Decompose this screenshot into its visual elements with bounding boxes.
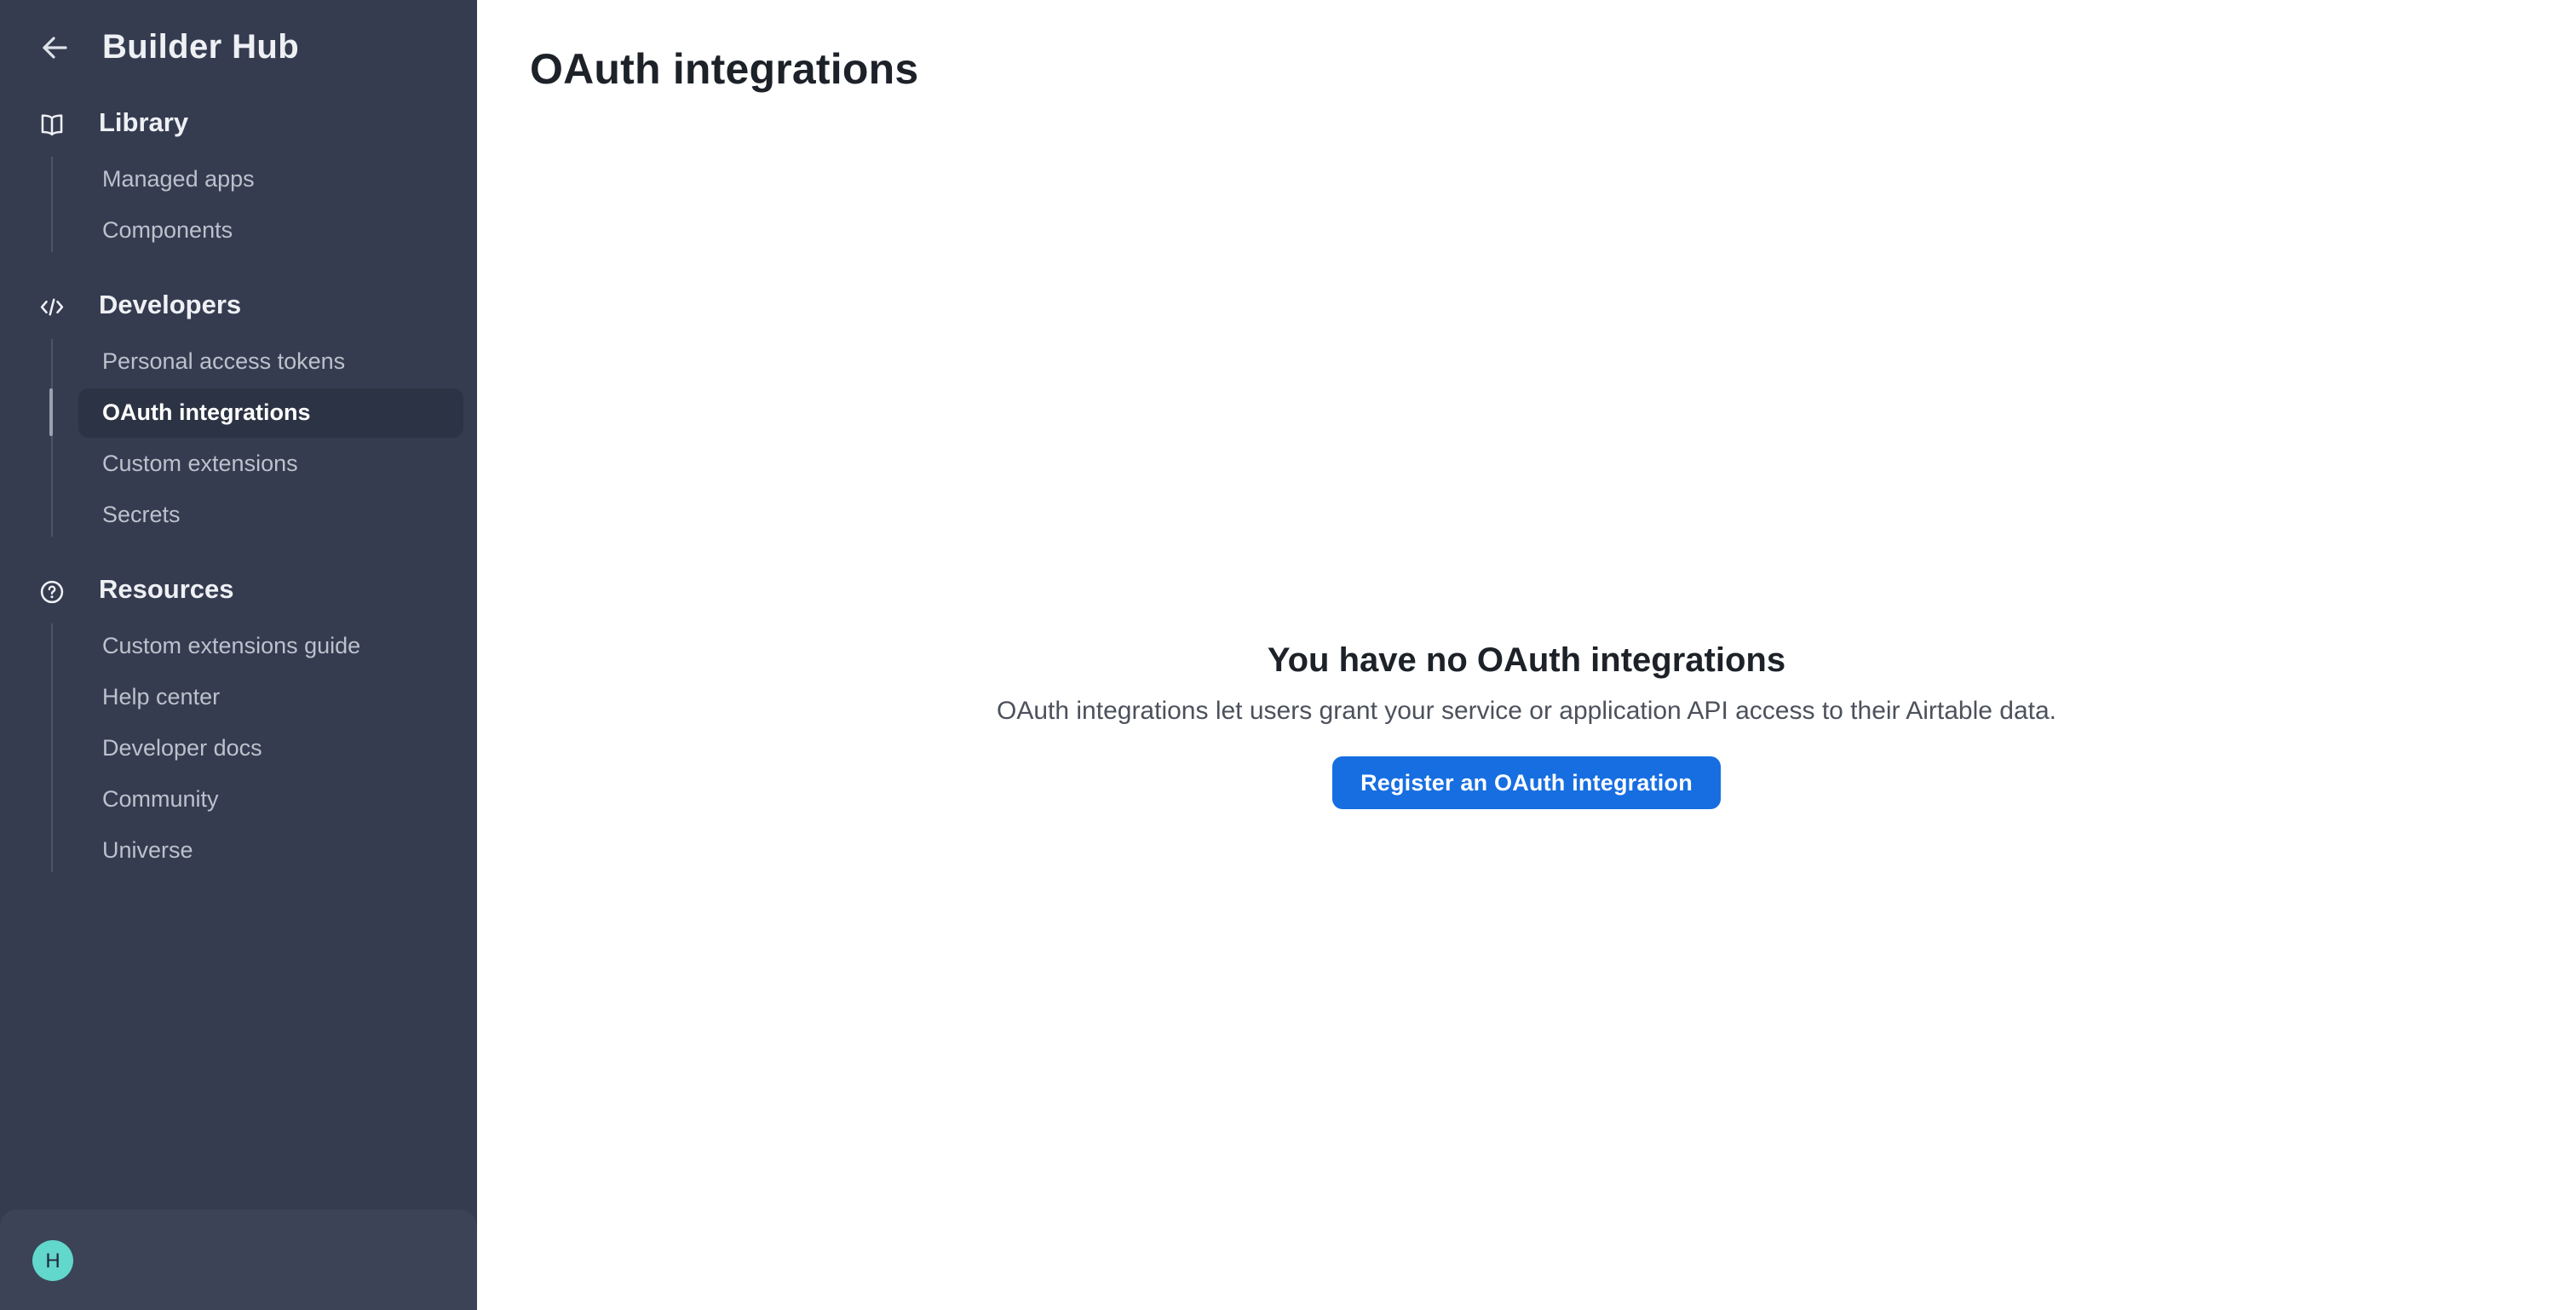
sidebar-item-custom-extensions-guide[interactable]: Custom extensions guide: [0, 620, 477, 671]
section-items: Personal access tokens OAuth integration…: [0, 336, 477, 540]
section-label: Developers: [99, 291, 241, 322]
section-header-developers: Developers: [0, 281, 477, 332]
app-title: Builder Hub: [102, 28, 299, 67]
main-content: OAuth integrations You have no OAuth int…: [477, 0, 2576, 1310]
sidebar-item-developer-docs[interactable]: Developer docs: [0, 722, 477, 773]
section-items: Managed apps Components: [0, 153, 477, 256]
empty-state-heading: You have no OAuth integrations: [477, 637, 2576, 685]
register-oauth-integration-button[interactable]: Register an OAuth integration: [1331, 756, 1722, 809]
empty-state-description: OAuth integrations let users grant your …: [477, 695, 2576, 729]
back-button[interactable]: [34, 27, 75, 68]
builder-hub-app: Builder Hub Library Managed apps Compone…: [0, 0, 2576, 1310]
sidebar-item-custom-extensions[interactable]: Custom extensions: [0, 438, 477, 489]
section-label: Library: [99, 109, 188, 140]
sidebar-section-resources: Resources Custom extensions guide Help c…: [0, 566, 477, 876]
arrow-left-icon: [37, 31, 72, 65]
sidebar-header: Builder Hub: [0, 0, 477, 95]
book-icon: [37, 110, 66, 139]
sidebar-item-oauth-integrations[interactable]: OAuth integrations: [0, 387, 477, 438]
sidebar-footer: H: [0, 1209, 477, 1310]
sidebar-item-components[interactable]: Components: [0, 204, 477, 256]
section-header-library: Library: [0, 99, 477, 150]
sidebar-section-developers: Developers Personal access tokens OAuth …: [0, 281, 477, 540]
sidebar-item-personal-access-tokens[interactable]: Personal access tokens: [0, 336, 477, 387]
section-header-resources: Resources: [0, 566, 477, 617]
sidebar-item-managed-apps[interactable]: Managed apps: [0, 153, 477, 204]
sidebar-item-community[interactable]: Community: [0, 773, 477, 824]
sidebar: Builder Hub Library Managed apps Compone…: [0, 0, 477, 1310]
help-icon: [37, 577, 66, 606]
sidebar-item-secrets[interactable]: Secrets: [0, 489, 477, 540]
code-icon: [37, 292, 66, 321]
section-items: Custom extensions guide Help center Deve…: [0, 620, 477, 876]
empty-state: You have no OAuth integrations OAuth int…: [477, 637, 2576, 809]
sidebar-item-universe[interactable]: Universe: [0, 824, 477, 876]
page-title: OAuth integrations: [530, 43, 918, 97]
user-avatar[interactable]: H: [32, 1239, 73, 1280]
sidebar-section-library: Library Managed apps Components: [0, 99, 477, 256]
sidebar-item-help-center[interactable]: Help center: [0, 671, 477, 722]
section-label: Resources: [99, 576, 234, 606]
